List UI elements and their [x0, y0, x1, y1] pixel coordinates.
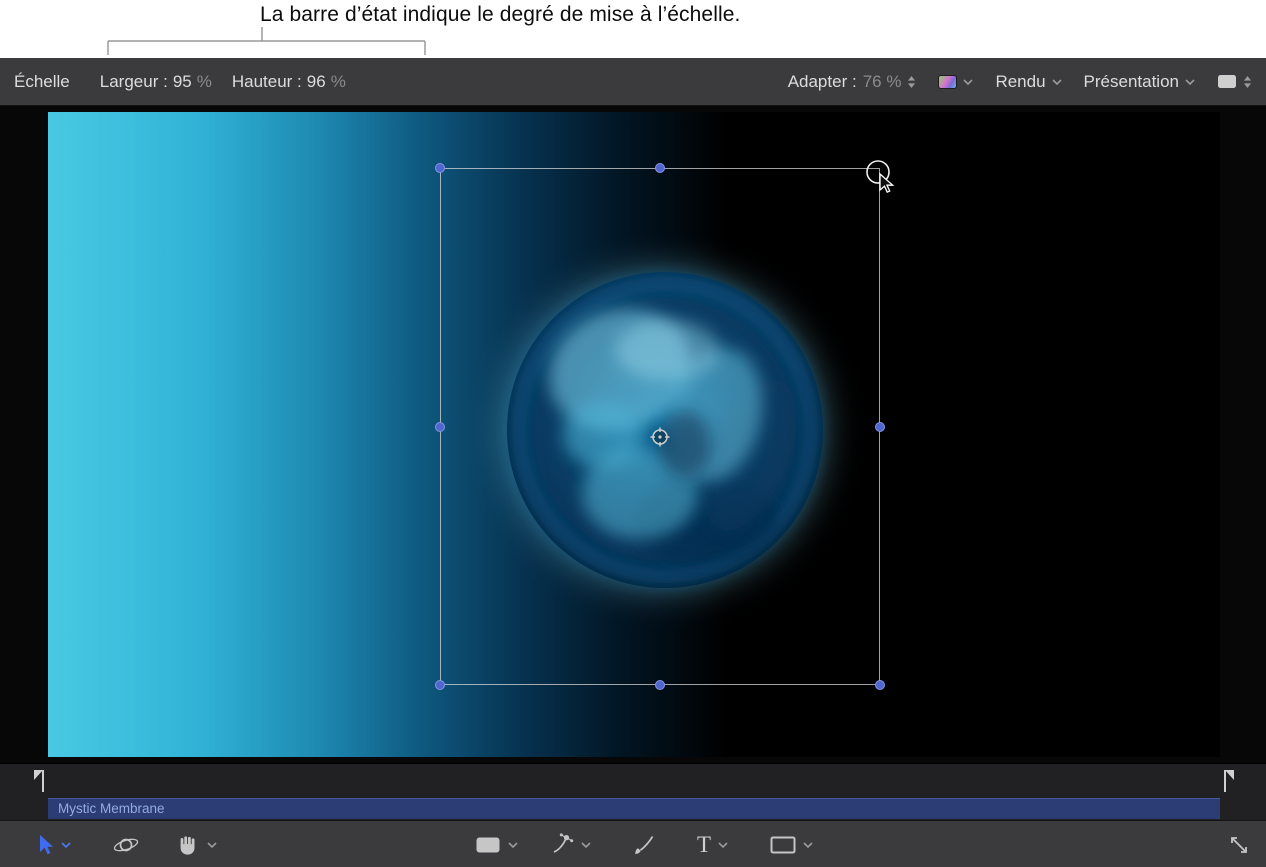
rectangle-tool-button[interactable]: [475, 821, 518, 867]
select-tool-button[interactable]: [34, 821, 71, 867]
status-bar: Échelle Largeur : 95 % Hauteur : 96 % Ad…: [0, 58, 1266, 106]
bezier-tool-button[interactable]: [550, 821, 591, 867]
transform-3d-tool-button[interactable]: [113, 821, 139, 867]
selection-handle-bottom-middle[interactable]: [655, 680, 665, 690]
brush-icon: [632, 833, 656, 857]
text-tool-icon: T: [697, 833, 711, 856]
chevron-down-icon: [803, 842, 813, 848]
play-range-start-marker[interactable]: [30, 768, 48, 794]
presentation-dropdown[interactable]: Présentation: [1084, 72, 1195, 92]
height-status: Hauteur : 96 %: [232, 72, 346, 92]
stepper-icon: [907, 75, 916, 89]
annotation-text: La barre d’état indique le degré de mise…: [260, 3, 740, 27]
rectangle-icon: [475, 836, 501, 854]
mini-timeline: Mystic Membrane: [0, 763, 1266, 820]
bezier-pen-icon: [550, 833, 574, 857]
stepper-icon: [1243, 75, 1252, 89]
render-dropdown[interactable]: Rendu: [995, 72, 1061, 92]
hand-icon: [176, 833, 200, 857]
pan-tool-button[interactable]: [176, 821, 217, 867]
chevron-down-icon: [963, 79, 973, 85]
selection-handle-top-middle[interactable]: [655, 163, 665, 173]
pointer-cursor: [856, 156, 904, 198]
color-swatch-icon: [938, 75, 957, 89]
chevron-down-icon: [718, 842, 728, 848]
layout-dropdown[interactable]: [1217, 74, 1252, 89]
chevron-down-icon: [207, 842, 217, 848]
select-arrow-icon: [34, 834, 54, 856]
selection-handle-bottom-right[interactable]: [875, 680, 885, 690]
chevron-down-icon: [508, 842, 518, 848]
chevron-down-icon: [1052, 79, 1062, 85]
resize-pane-handle[interactable]: [1228, 821, 1250, 867]
motion-canvas-window: La barre d’état indique le degré de mise…: [0, 0, 1266, 867]
anchor-point-indicator[interactable]: [649, 426, 671, 448]
orbit-3d-icon: [113, 833, 139, 857]
diagonal-resize-icon: [1228, 834, 1250, 856]
mask-tool-button[interactable]: [770, 821, 813, 867]
width-status: Largeur : 95 %: [100, 72, 212, 92]
clip-name-label: Mystic Membrane: [58, 801, 165, 816]
view-layout-icon: [1217, 74, 1237, 89]
paint-stroke-tool-button[interactable]: [632, 821, 656, 867]
color-channel-dropdown[interactable]: [938, 75, 973, 89]
toolbar: T: [0, 820, 1266, 867]
selection-handle-middle-right[interactable]: [875, 422, 885, 432]
scale-mode-label: Échelle: [14, 72, 70, 92]
play-range-end-marker[interactable]: [1220, 768, 1238, 794]
selection-handle-middle-left[interactable]: [435, 422, 445, 432]
mask-rectangle-icon: [770, 836, 796, 854]
chevron-down-icon: [61, 842, 71, 848]
timeline-clip-bar[interactable]: Mystic Membrane: [48, 798, 1220, 819]
selection-handle-top-left[interactable]: [435, 163, 445, 173]
chevron-down-icon: [581, 842, 591, 848]
zoom-adapter-dropdown[interactable]: Adapter : 76 %: [788, 72, 917, 92]
text-tool-button[interactable]: T: [697, 821, 728, 867]
selection-handle-bottom-left[interactable]: [435, 680, 445, 690]
chevron-down-icon: [1185, 79, 1195, 85]
canvas-viewport[interactable]: [0, 106, 1266, 763]
